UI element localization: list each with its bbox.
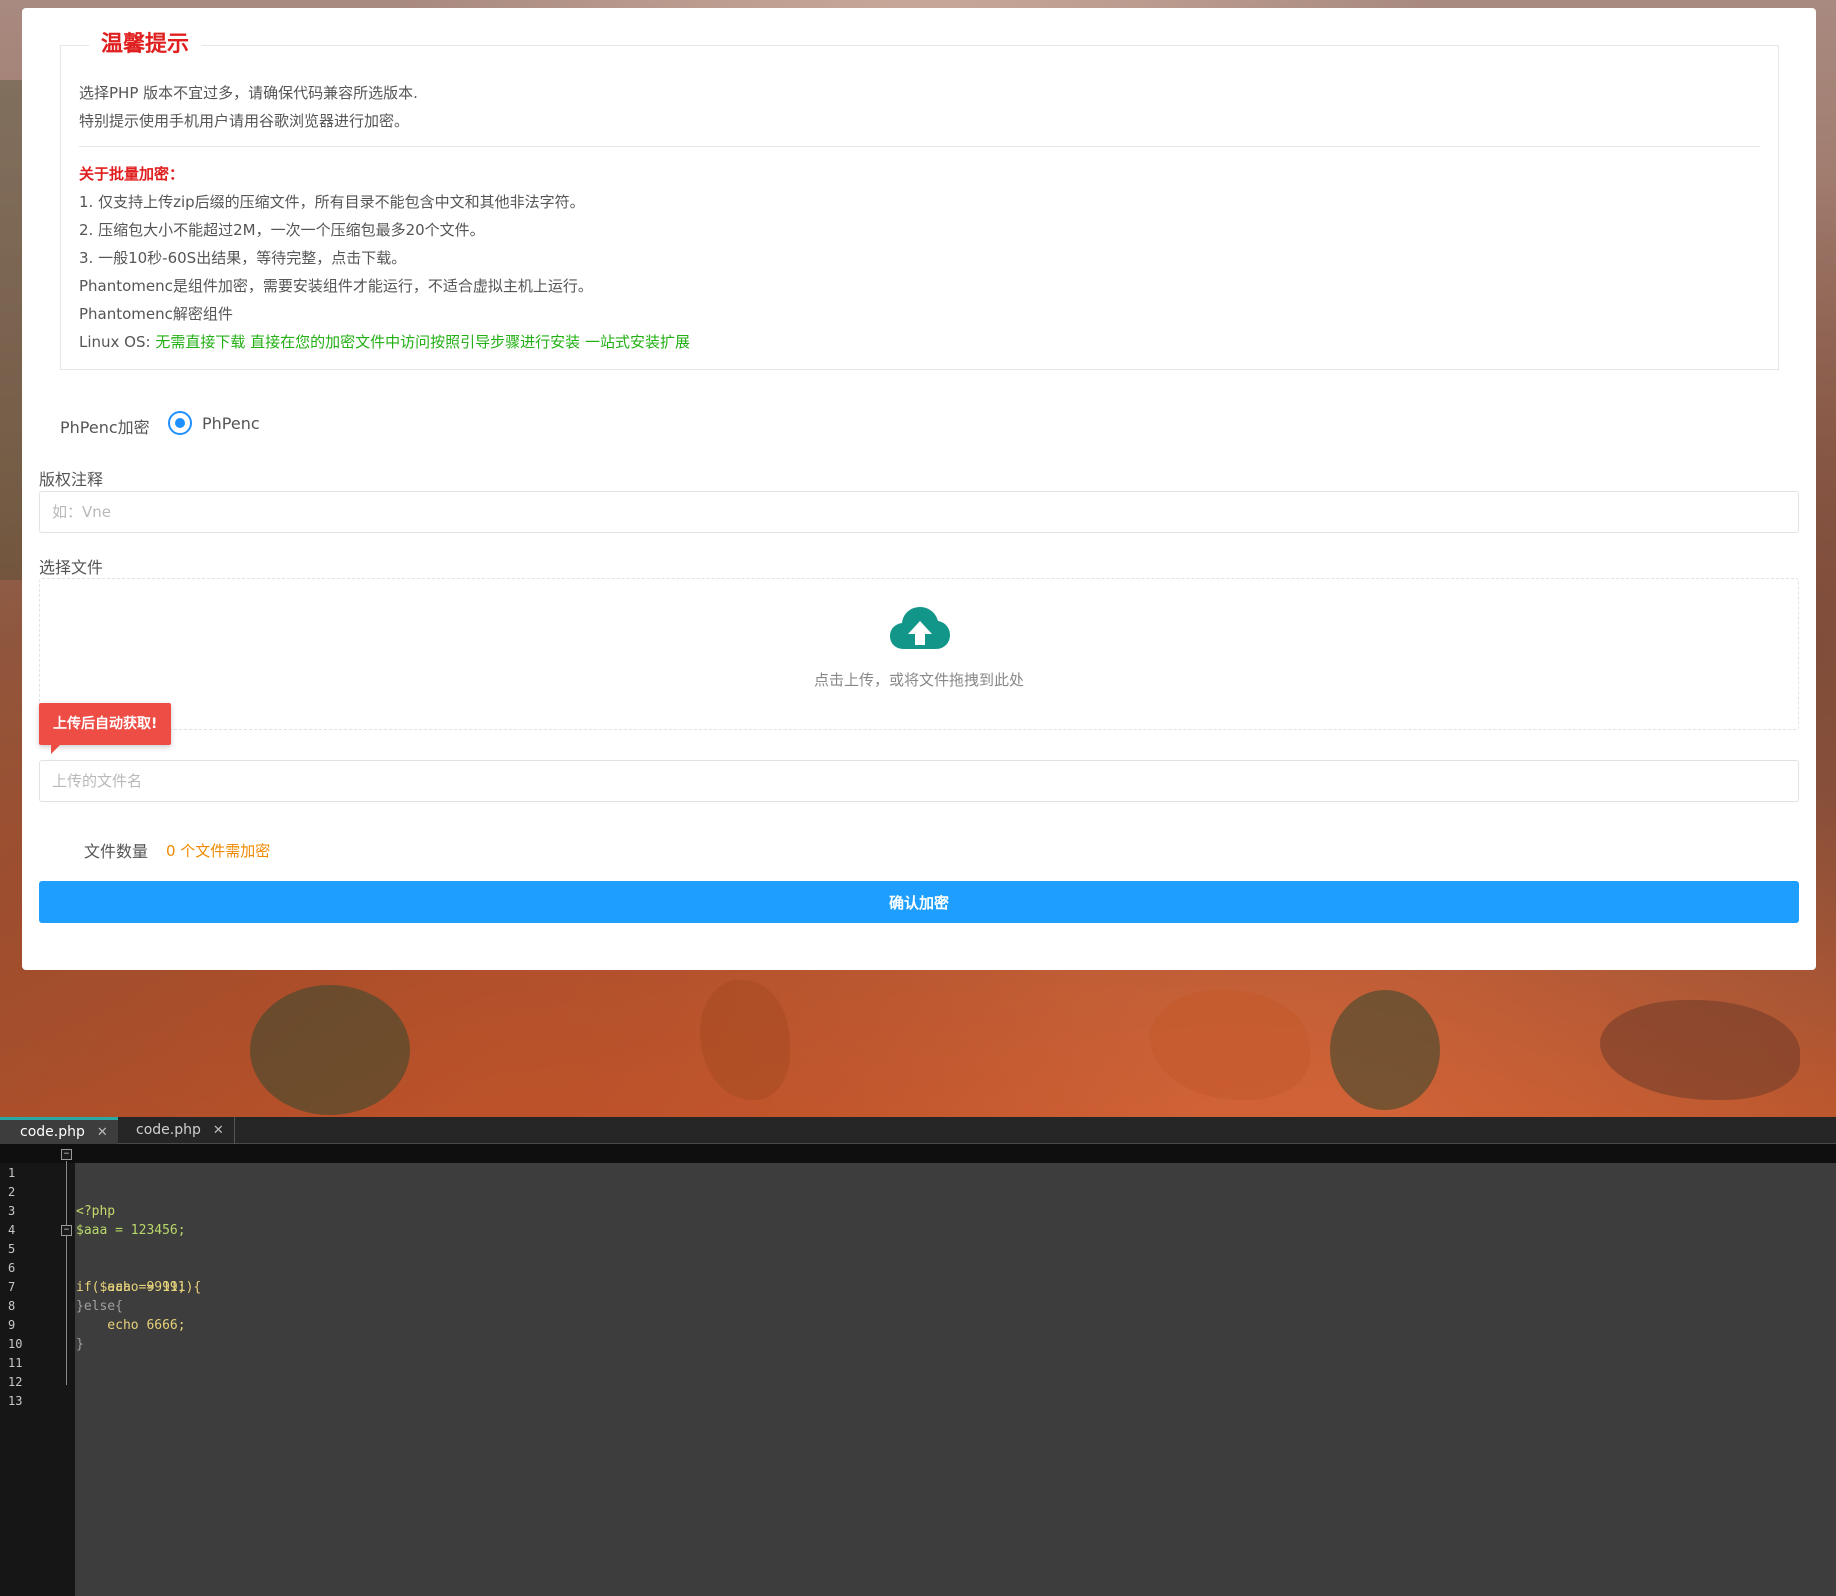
editor-tab-bar: code.php ✕ code.php ✕ bbox=[0, 1117, 1836, 1144]
file-count-label: 文件数量 bbox=[84, 842, 149, 861]
file-count-value: 0 个文件需加密 bbox=[166, 842, 271, 860]
code-text: <?php bbox=[76, 1204, 116, 1219]
confirm-encrypt-button[interactable]: 确认加密 bbox=[39, 881, 1799, 923]
fold-toggle-icon[interactable]: − bbox=[61, 1149, 72, 1160]
code-line: 9 } bbox=[0, 1297, 84, 1352]
code-text: } bbox=[76, 1337, 84, 1352]
fold-toggle-icon[interactable]: − bbox=[61, 1225, 72, 1236]
code-line: 6 echo 9999; bbox=[0, 1240, 186, 1295]
code-text: }else{ bbox=[76, 1299, 123, 1314]
code-line: 13 bbox=[0, 1373, 31, 1408]
tab-label: code.php bbox=[20, 1124, 85, 1140]
batch-rule: 1. 仅支持上传zip后缀的压缩文件，所有目录不能包含中文和其他非法字符。 bbox=[79, 193, 585, 211]
code-text: echo 9999; bbox=[76, 1280, 186, 1295]
batch-rule: 3. 一般10秒-60S出结果，等待完整，点击下载。 bbox=[79, 249, 407, 267]
linux-os-line: Linux OS: 无需直接下载 直接在您的加密文件中访问按照引导步骤进行安装 … bbox=[79, 331, 690, 353]
code-text: $aaa = 123456; bbox=[76, 1223, 186, 1238]
uploaded-filename-input[interactable] bbox=[39, 760, 1799, 802]
code-line: 12 bbox=[0, 1354, 31, 1389]
copyright-label: 版权注释 bbox=[39, 470, 104, 489]
editor-tab-active[interactable]: code.php ✕ bbox=[0, 1117, 118, 1144]
dropzone-hint: 点击上传，或将文件拖拽到此处 bbox=[813, 671, 1024, 689]
file-select-label: 选择文件 bbox=[39, 558, 104, 577]
linux-direct-download-link[interactable]: 无需直接下载 bbox=[155, 333, 245, 351]
close-icon[interactable]: ✕ bbox=[213, 1123, 224, 1138]
notice-divider bbox=[79, 146, 1760, 147]
close-icon[interactable]: ✕ bbox=[97, 1125, 108, 1140]
encrypt-form-card: 温馨提示 选择PHP 版本不宜过多，请确保代码兼容所选版本. 特别提示使用手机用… bbox=[22, 8, 1816, 970]
linux-one-stop-install-link[interactable]: 一站式安装扩展 bbox=[585, 333, 690, 351]
file-upload-dropzone[interactable]: 点击上传，或将文件拖拽到此处 bbox=[39, 578, 1799, 730]
background-rock bbox=[1600, 1000, 1800, 1100]
linux-os-label: Linux OS: bbox=[79, 333, 156, 351]
background-tree bbox=[1330, 990, 1440, 1110]
code-text: echo 6666; bbox=[76, 1318, 186, 1333]
notice-line: 选择PHP 版本不宜过多，请确保代码兼容所选版本. bbox=[79, 84, 418, 102]
code-line: 10 bbox=[0, 1316, 31, 1351]
notice-line: 特别提示使用手机用户请用谷歌浏览器进行加密。 bbox=[79, 112, 410, 130]
code-line: 4 bbox=[0, 1202, 31, 1237]
cloud-upload-icon bbox=[890, 607, 950, 649]
encrypt-type-label: PhPenc加密 bbox=[60, 418, 150, 437]
batch-heading: 关于批量加密： bbox=[79, 165, 185, 183]
code-line: 8 echo 6666; bbox=[0, 1278, 186, 1333]
phpenc-radio[interactable] bbox=[168, 411, 192, 435]
code-line: 2 bbox=[0, 1164, 31, 1199]
notice-panel: 温馨提示 选择PHP 版本不宜过多，请确保代码兼容所选版本. 特别提示使用手机用… bbox=[60, 30, 1779, 370]
phantomenc-note: Phantomenc是组件加密，需要安装组件才能运行，不适合虚拟主机上运行。 bbox=[79, 277, 593, 295]
code-line: 7 }else{ bbox=[0, 1259, 123, 1314]
background-tree bbox=[250, 985, 410, 1115]
auto-fetch-tooltip: 上传后自动获取! bbox=[39, 703, 172, 754]
background-rock bbox=[1150, 990, 1310, 1100]
batch-rule: 2. 压缩包大小不能超过2M，一次一个压缩包最多20个文件。 bbox=[79, 221, 485, 239]
radio-selected-dot bbox=[175, 418, 185, 428]
code-line: 5 − if($aaa == 111){ bbox=[0, 1221, 201, 1295]
background-rock bbox=[700, 980, 790, 1100]
code-line: 1 − <?php bbox=[0, 1145, 115, 1219]
code-line: 11 bbox=[0, 1335, 31, 1370]
current-line-highlight bbox=[0, 1144, 1836, 1163]
editor-tab[interactable]: code.php ✕ bbox=[116, 1117, 235, 1144]
notice-title: 温馨提示 bbox=[89, 30, 202, 60]
code-line: 3 $aaa = 123456; bbox=[0, 1183, 186, 1238]
phpenc-radio-label[interactable]: PhPenc bbox=[202, 414, 260, 433]
fold-guide bbox=[66, 1161, 67, 1385]
code-editor: code.php ✕ code.php ✕ 1 − <?php 2 3 $aaa =… bbox=[0, 1117, 1836, 1596]
tab-label: code.php bbox=[136, 1122, 201, 1138]
background-tree bbox=[0, 80, 22, 580]
line-number: 13 bbox=[8, 1394, 23, 1408]
linux-guide-link[interactable]: 直接在您的加密文件中访问按照引导步骤进行安装 bbox=[250, 333, 580, 351]
phantomenc-decrypt-link[interactable]: Phantomenc解密组件 bbox=[79, 303, 233, 325]
copyright-input[interactable] bbox=[39, 491, 1799, 533]
